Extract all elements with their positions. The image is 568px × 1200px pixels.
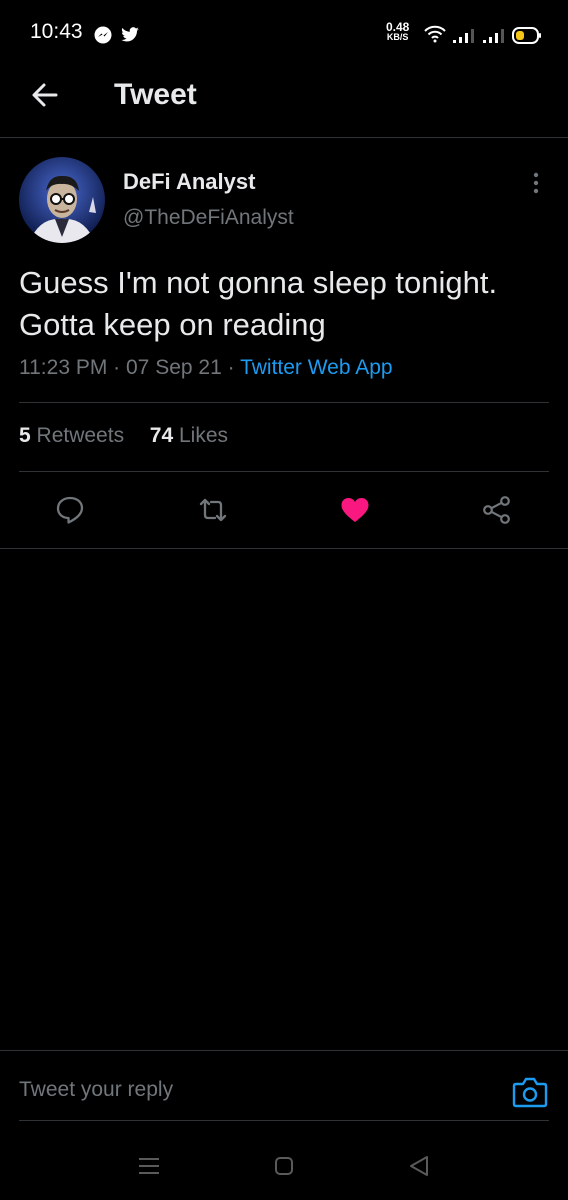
like-icon[interactable] (340, 495, 370, 525)
page-title: Tweet (114, 78, 197, 111)
messenger-icon (94, 26, 112, 44)
reply-input[interactable]: Tweet your reply (19, 1078, 173, 1102)
tweet-time: 11:23 PM (19, 356, 108, 379)
meta-dot: · (113, 356, 126, 379)
tweet-source-link[interactable]: Twitter Web App (240, 356, 393, 379)
signal-icon (483, 29, 504, 43)
divider (0, 1050, 568, 1051)
network-speed-unit: KB/S (386, 32, 409, 42)
twitter-icon (121, 27, 139, 42)
menu-icon[interactable] (138, 1156, 160, 1176)
reply-icon[interactable] (55, 495, 85, 525)
more-options-icon[interactable] (526, 170, 546, 196)
tweet-meta: 11:23 PM · 07 Sep 21 · Twitter Web App (19, 356, 393, 380)
likes-count: 74 (149, 424, 174, 447)
retweets-stat[interactable]: 5 Retweets (19, 424, 124, 447)
user-handle[interactable]: @TheDeFiAnalyst (123, 206, 294, 230)
retweets-label: Retweets (36, 424, 125, 447)
tweet-text: Guess I'm not gonna sleep tonight. Gotta… (19, 265, 498, 342)
retweets-count: 5 (19, 424, 31, 447)
camera-icon[interactable] (512, 1075, 548, 1109)
avatar[interactable] (19, 157, 105, 243)
system-nav-bar (0, 1132, 568, 1200)
tweet-date: 07 Sep 21 (126, 356, 222, 379)
divider (19, 1120, 549, 1121)
app-header: Tweet (0, 70, 568, 138)
likes-stat[interactable]: 74 Likes (150, 424, 228, 447)
home-icon[interactable] (274, 1156, 294, 1176)
status-time: 10:43 (30, 20, 83, 43)
arrow-left-icon[interactable] (30, 80, 60, 110)
divider (19, 471, 549, 472)
meta-dot: · (227, 356, 241, 379)
divider (0, 548, 568, 549)
back-nav-icon[interactable] (408, 1155, 430, 1177)
share-icon[interactable] (482, 495, 512, 525)
tweet-stats: 5 Retweets 74 Likes (19, 424, 228, 448)
retweet-icon[interactable] (198, 495, 228, 525)
wifi-icon (424, 25, 446, 43)
signal-icon (453, 29, 474, 43)
divider (19, 402, 549, 403)
network-speed: 0.48 KB/S (386, 20, 410, 42)
display-name[interactable]: DeFi Analyst (123, 169, 255, 195)
likes-label: Likes (178, 424, 228, 447)
network-speed-value: 0.48 (386, 20, 410, 34)
battery-icon (512, 27, 541, 44)
status-bar: 10:43 0.48 KB/S (0, 0, 568, 70)
